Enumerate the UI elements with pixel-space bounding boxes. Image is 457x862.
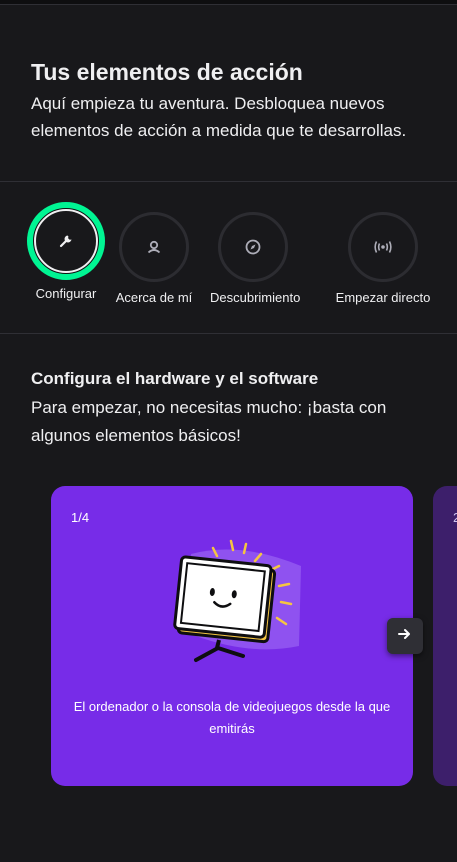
section-title: Configura el hardware y el software [31, 369, 319, 388]
user-icon [119, 212, 189, 282]
divider [0, 333, 457, 334]
step-acerca[interactable]: Acerca de mí [110, 212, 198, 305]
broadcast-icon [348, 212, 418, 282]
wrench-icon [34, 209, 98, 273]
step-label: Empezar directo [335, 290, 431, 305]
card-caption: El ordenador o la consola de videojuegos… [73, 699, 391, 736]
arrow-right-icon [398, 627, 412, 645]
card-counter: 2 [453, 510, 457, 525]
header: Tus elementos de acción Aquí empieza tu … [31, 58, 431, 144]
compass-icon [218, 212, 288, 282]
step-configurar[interactable]: Configurar [20, 202, 112, 301]
monitor-illustration [173, 539, 301, 662]
carousel-card-next[interactable]: 2 [433, 486, 457, 786]
card-counter: 1/4 [71, 510, 90, 525]
page-title: Tus elementos de acción [31, 59, 303, 85]
step-empezar-directo[interactable]: Empezar directo [328, 212, 438, 305]
step-label: Acerca de mí [115, 290, 193, 305]
top-bar [0, 0, 457, 5]
step-label: Descubrimiento [210, 290, 301, 305]
step-ring-active [27, 202, 105, 280]
section-setup: Configura el hardware y el software Para… [31, 368, 441, 450]
section-description: Para empezar, no necesitas mucho: ¡basta… [31, 398, 387, 445]
action-steps: Configurar Acerca de mí Descubrimiento E… [0, 202, 457, 312]
carousel-next-button[interactable] [387, 618, 423, 654]
step-label: Configurar [35, 286, 97, 301]
carousel-card[interactable]: 1/4 El ordenador o la consola de videoju… [51, 486, 413, 786]
page-subtitle: Aquí empieza tu aventura. Desbloquea nue… [31, 94, 407, 140]
step-descubrimiento[interactable]: Descubrimiento [210, 212, 301, 305]
divider [0, 181, 457, 182]
